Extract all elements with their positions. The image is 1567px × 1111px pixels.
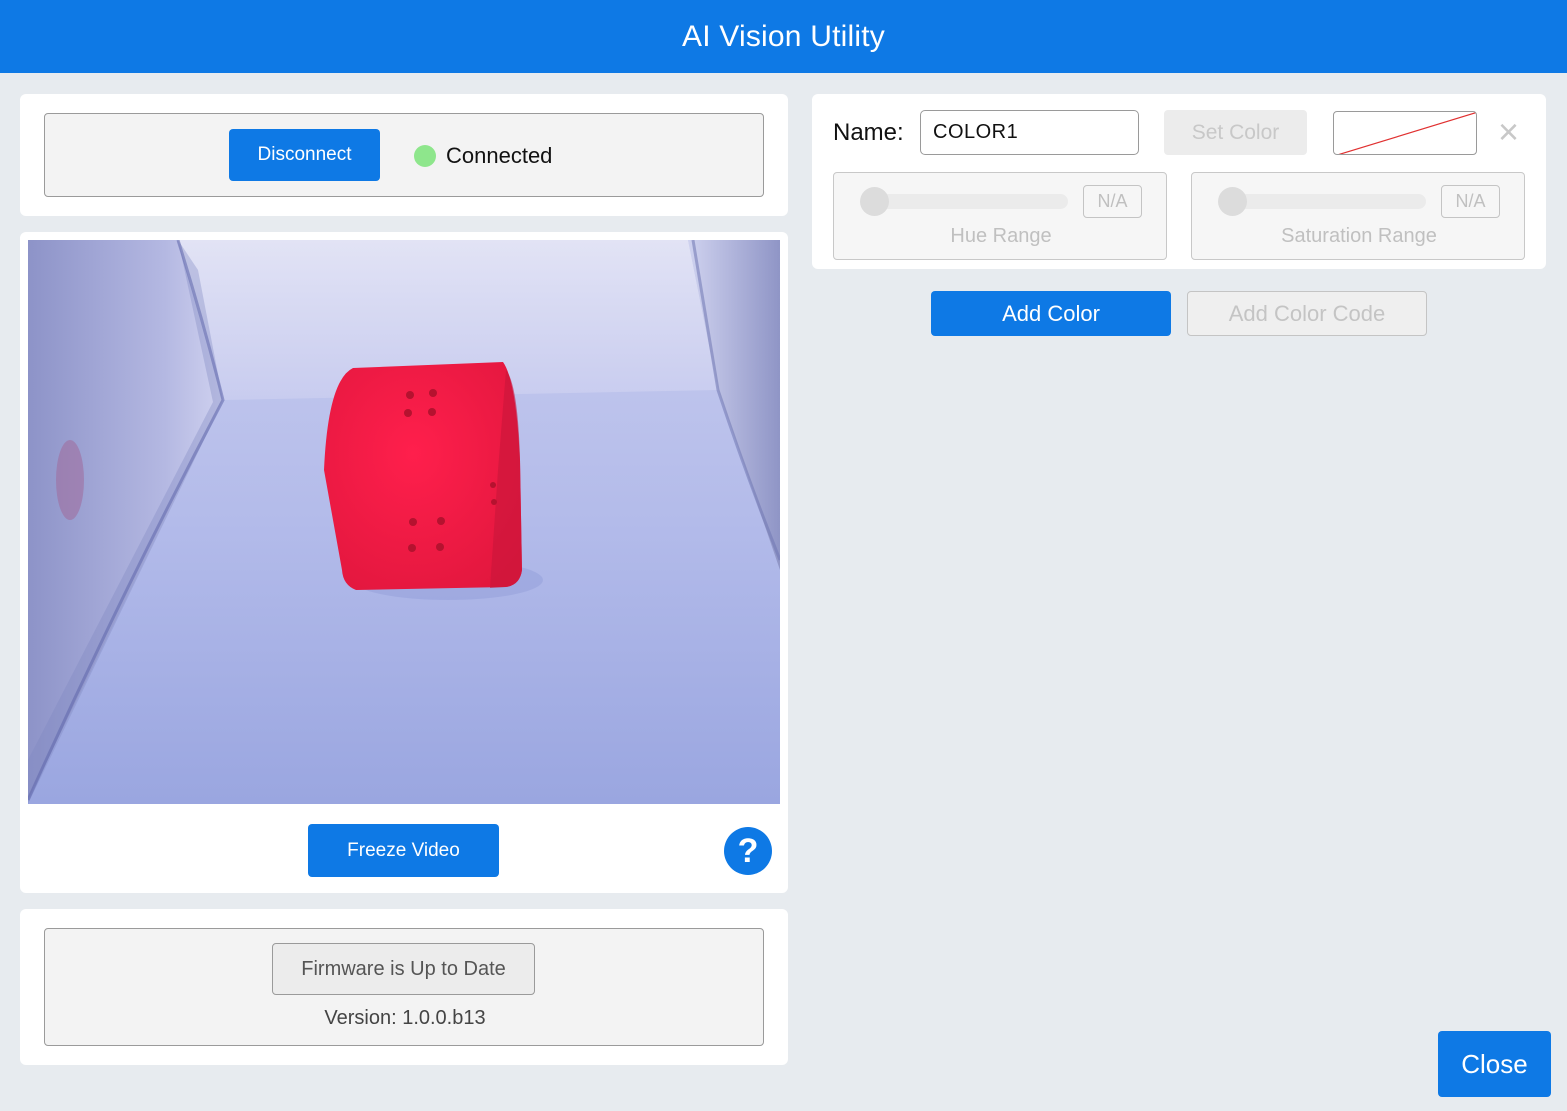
- window-title-bar: AI Vision Utility: [0, 0, 1567, 73]
- saturation-slider-track[interactable]: [1220, 194, 1426, 209]
- firmware-status-button[interactable]: Firmware is Up to Date: [272, 943, 535, 995]
- color-name-input[interactable]: [920, 110, 1139, 155]
- firmware-version-text: Version: 1.0.0.b13: [324, 1007, 486, 1029]
- connection-status-text: Connected: [446, 143, 553, 168]
- window-title: AI Vision Utility: [682, 19, 885, 53]
- hue-slider-thumb[interactable]: [860, 187, 889, 216]
- saturation-range-control: N/A Saturation Range: [1191, 172, 1525, 260]
- hue-slider-track[interactable]: [862, 194, 1068, 209]
- set-color-button[interactable]: Set Color: [1164, 110, 1307, 155]
- name-label: Name:: [833, 119, 904, 146]
- hue-range-label: Hue Range: [950, 225, 1052, 247]
- saturation-value-field[interactable]: N/A: [1441, 185, 1500, 218]
- camera-video-feed[interactable]: [28, 240, 780, 804]
- camera-image: [28, 240, 780, 804]
- remove-color-close-icon[interactable]: ×: [1498, 114, 1519, 150]
- add-color-button[interactable]: Add Color: [931, 291, 1171, 336]
- connection-status-indicator: [414, 145, 436, 167]
- color-swatch-empty: [1333, 111, 1477, 155]
- firmware-box: Firmware is Up to Date Version: 1.0.0.b1…: [44, 928, 764, 1046]
- saturation-slider-thumb[interactable]: [1218, 187, 1247, 216]
- firmware-panel: Firmware is Up to Date Version: 1.0.0.b1…: [20, 909, 788, 1065]
- hue-value-field[interactable]: N/A: [1083, 185, 1142, 218]
- connection-box: Disconnect Connected: [44, 113, 764, 197]
- saturation-range-label: Saturation Range: [1281, 225, 1437, 247]
- connection-panel: Disconnect Connected: [20, 94, 788, 216]
- close-button[interactable]: Close: [1438, 1031, 1551, 1097]
- no-color-slash-icon: [1338, 112, 1476, 154]
- color-editor-panel: Name: Set Color × N/A Hue Range N/A Satu…: [812, 94, 1546, 269]
- freeze-video-button[interactable]: Freeze Video: [308, 824, 499, 877]
- help-icon[interactable]: ?: [724, 827, 772, 875]
- disconnect-button[interactable]: Disconnect: [229, 129, 380, 181]
- add-color-code-button[interactable]: Add Color Code: [1187, 291, 1427, 336]
- video-panel: Freeze Video ?: [20, 232, 788, 893]
- hue-range-control: N/A Hue Range: [833, 172, 1167, 260]
